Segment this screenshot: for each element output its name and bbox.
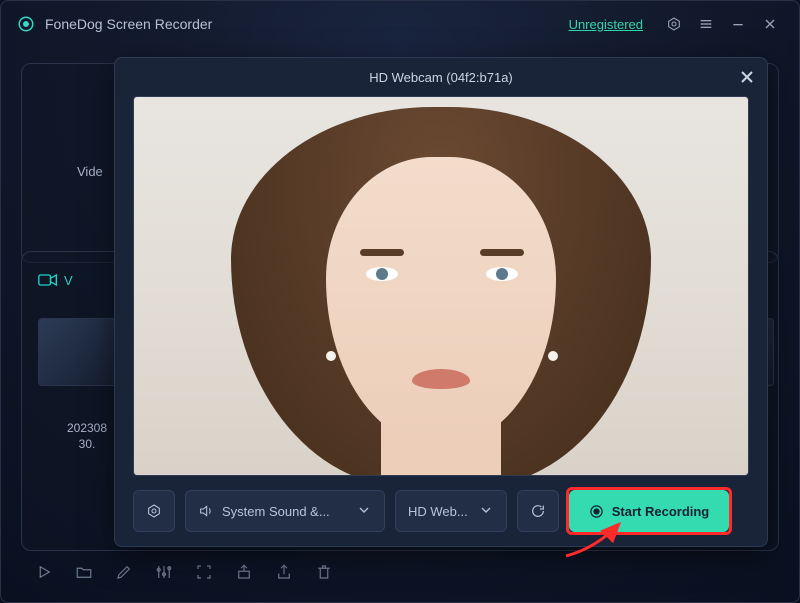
modal-controls: System Sound &... HD Web... Start Record… [115, 476, 767, 546]
settings-sliders-icon[interactable] [155, 563, 173, 581]
minimize-button[interactable] [725, 11, 751, 37]
folder-icon[interactable] [75, 563, 93, 581]
app-title: FoneDog Screen Recorder [45, 16, 212, 32]
webcam-preview [133, 96, 749, 476]
modal-header: HD Webcam (04f2:b71a) [115, 58, 767, 96]
menu-icon[interactable] [693, 11, 719, 37]
trash-icon[interactable] [315, 563, 333, 581]
close-button[interactable] [757, 11, 783, 37]
audio-source-dropdown[interactable]: System Sound &... [185, 490, 385, 532]
compress-icon[interactable] [195, 563, 213, 581]
close-icon[interactable] [737, 67, 757, 87]
camera-device-dropdown[interactable]: HD Web... [395, 490, 507, 532]
start-recording-label: Start Recording [612, 504, 710, 519]
title-bar: FoneDog Screen Recorder Unregistered [1, 1, 799, 47]
app-window: FoneDog Screen Recorder Unregistered Vid… [0, 0, 800, 603]
app-logo-icon [17, 15, 35, 33]
play-icon[interactable] [35, 563, 53, 581]
chevron-down-icon [346, 502, 372, 521]
edit-icon[interactable] [115, 563, 133, 581]
start-recording-button[interactable]: Start Recording [569, 490, 729, 532]
refresh-button[interactable] [517, 490, 559, 532]
camera-device-label: HD Web... [408, 504, 468, 519]
tile-label-video: Vide [77, 164, 103, 179]
bottom-toolbar [21, 556, 779, 588]
share-icon[interactable] [275, 563, 293, 581]
webcam-modal: HD Webcam (04f2:b71a) System Sound &... [114, 57, 768, 547]
tab-video[interactable]: V [38, 273, 73, 288]
settings-button[interactable] [133, 490, 175, 532]
settings-icon[interactable] [661, 11, 687, 37]
chevron-down-icon [468, 502, 494, 521]
export-icon[interactable] [235, 563, 253, 581]
unregistered-link[interactable]: Unregistered [569, 17, 643, 32]
audio-source-label: System Sound &... [222, 504, 330, 519]
start-recording-wrap: Start Recording [569, 490, 729, 532]
modal-title: HD Webcam (04f2:b71a) [369, 70, 513, 85]
